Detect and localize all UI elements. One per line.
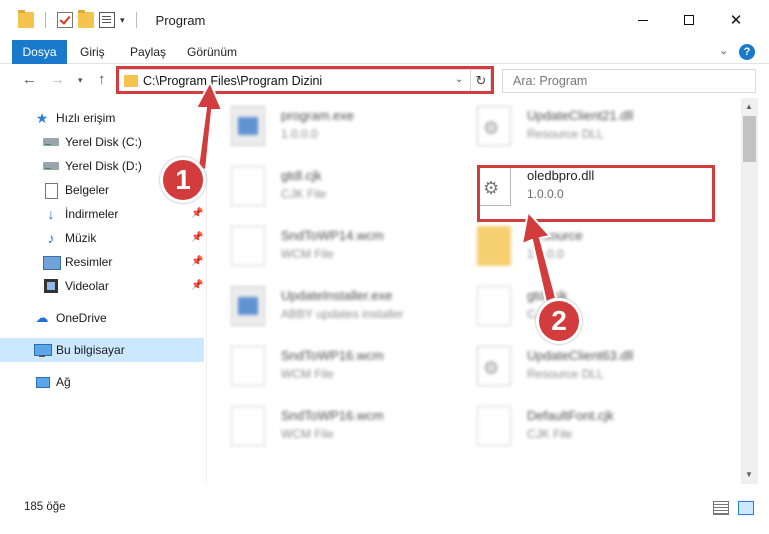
- arrow-to-address-bar: [194, 79, 224, 172]
- arrow-to-oledbpro: [520, 209, 558, 304]
- step-2-badge: 2: [536, 298, 582, 344]
- callout-arrows: [194, 79, 558, 304]
- step-1-badge: 1: [160, 157, 206, 203]
